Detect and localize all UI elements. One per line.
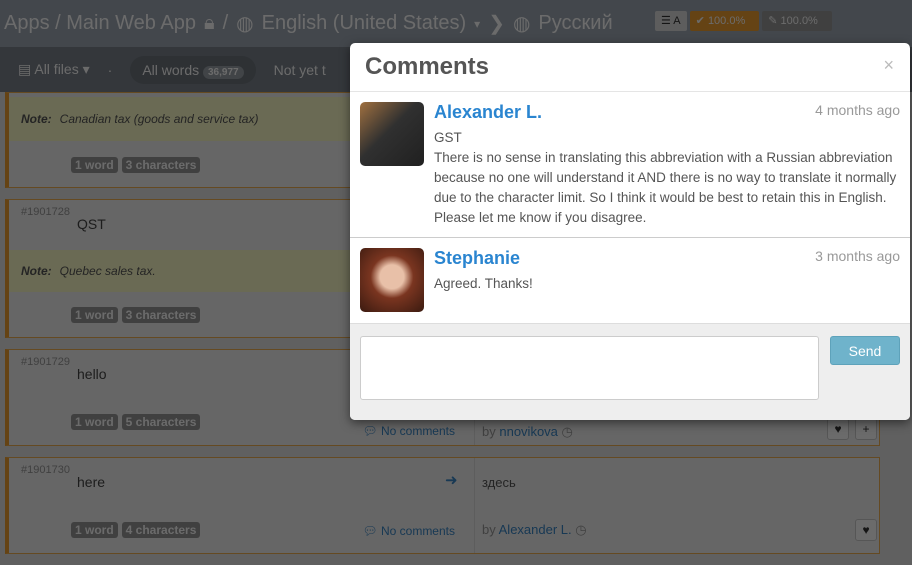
comment-text: Agreed. Thanks!: [434, 276, 533, 291]
filter-not-yet[interactable]: Not yet t: [274, 62, 326, 78]
modal-header: Comments: [350, 43, 910, 92]
avatar: [360, 102, 424, 166]
comments-modal: Comments × Alexander L. 4 months ago GST…: [350, 43, 910, 420]
send-button[interactable]: Send: [830, 336, 900, 365]
globe-icon: ◍: [512, 13, 531, 35]
top-bar: Apps / Main Web App 🔒︎ / ◍ English (Unit…: [0, 0, 912, 47]
caret-down-icon: ▾: [474, 16, 481, 31]
target-language[interactable]: Русский: [538, 12, 612, 35]
comments-label: No comments: [380, 524, 455, 538]
comments-link[interactable]: 💬︎ No comments: [362, 424, 455, 438]
heart-button[interactable]: ♥: [827, 418, 849, 440]
plus-button[interactable]: +: [855, 418, 877, 440]
dot-separator: ·: [107, 61, 113, 78]
source-text: here: [77, 474, 106, 490]
word-count: 1 word: [71, 522, 118, 538]
comment-item: Stephanie 3 months ago Agreed. Thanks!: [350, 238, 910, 323]
by-label: by: [482, 522, 496, 537]
word-count: 1 word: [71, 414, 118, 430]
note-text: Canadian tax (goods and service tax): [59, 112, 259, 126]
approved-progress: ✎ 100.0%: [762, 11, 832, 31]
all-files-dropdown[interactable]: ▤ All files ▾: [18, 61, 90, 78]
counts: 1 word 3 characters: [71, 157, 201, 173]
breadcrumb[interactable]: Apps / Main Web App: [4, 12, 196, 35]
note-label: Note:: [21, 264, 52, 278]
lock-icon: 🔒︎: [203, 12, 215, 34]
word-count: 1 word: [71, 157, 118, 173]
by-label: by: [482, 424, 496, 439]
comment-text: GST There is no sense in translating thi…: [434, 130, 897, 225]
author-link[interactable]: nnovikova: [499, 424, 558, 439]
modal-title: Comments: [365, 53, 490, 80]
note-label: Note:: [21, 112, 52, 126]
comment-item: Alexander L. 4 months ago GST There is n…: [350, 92, 910, 238]
string-id: #1901730: [21, 464, 70, 476]
string-row[interactable]: #1901730 here ➜ здесь 1 word 4 characters…: [5, 457, 880, 554]
string-id: #1901729: [21, 356, 70, 368]
source-text: hello: [77, 366, 107, 382]
comment-input[interactable]: [360, 336, 819, 400]
translated-progress: ✔ 100.0%: [689, 11, 760, 31]
chevron-right-icon: ❯: [488, 13, 505, 35]
word-count-badge: 36,977: [203, 65, 244, 79]
arrow-right-icon[interactable]: ➜: [445, 471, 458, 489]
comments-label: No comments: [380, 424, 455, 438]
column-divider: [474, 458, 475, 553]
counts: 1 word 3 characters: [71, 307, 201, 323]
source-language-dropdown[interactable]: English (United States): [262, 12, 467, 35]
translated-percent: 100.0%: [707, 15, 746, 27]
note-text: Quebec sales tax.: [59, 264, 156, 278]
comments-link[interactable]: 💬︎ No comments: [362, 524, 455, 538]
author-line: by nnovikova ◷: [482, 424, 573, 439]
author-line: by Alexander L. ◷: [482, 522, 587, 537]
char-count: 3 characters: [121, 157, 201, 173]
modal-footer: Send: [350, 323, 910, 420]
word-count: 1 word: [71, 307, 118, 323]
filter-all-words[interactable]: All words 36,977: [130, 55, 256, 84]
heart-button[interactable]: ♥: [855, 519, 877, 541]
char-count: 4 characters: [121, 522, 201, 538]
all-files-label: All files: [34, 61, 79, 77]
comment-time: 4 months ago: [815, 102, 900, 118]
string-id: #1901728: [21, 206, 70, 218]
char-count: 5 characters: [121, 414, 201, 430]
source-text: QST: [77, 216, 106, 232]
close-icon[interactable]: ×: [883, 55, 894, 76]
layout-toggle-button[interactable]: ☰ A: [655, 11, 687, 31]
counts: 1 word 5 characters: [71, 414, 201, 430]
avatar: [360, 248, 424, 312]
approved-percent: 100.0%: [780, 15, 818, 27]
all-words-label: All words: [142, 61, 200, 78]
breadcrumb-separator: /: [222, 12, 229, 34]
translation-text: здесь: [482, 475, 516, 490]
counts: 1 word 4 characters: [71, 522, 201, 538]
char-count: 3 characters: [121, 307, 201, 323]
comment-time: 3 months ago: [815, 248, 900, 264]
globe-icon: ◍: [236, 13, 254, 35]
author-link[interactable]: Alexander L.: [499, 522, 572, 537]
